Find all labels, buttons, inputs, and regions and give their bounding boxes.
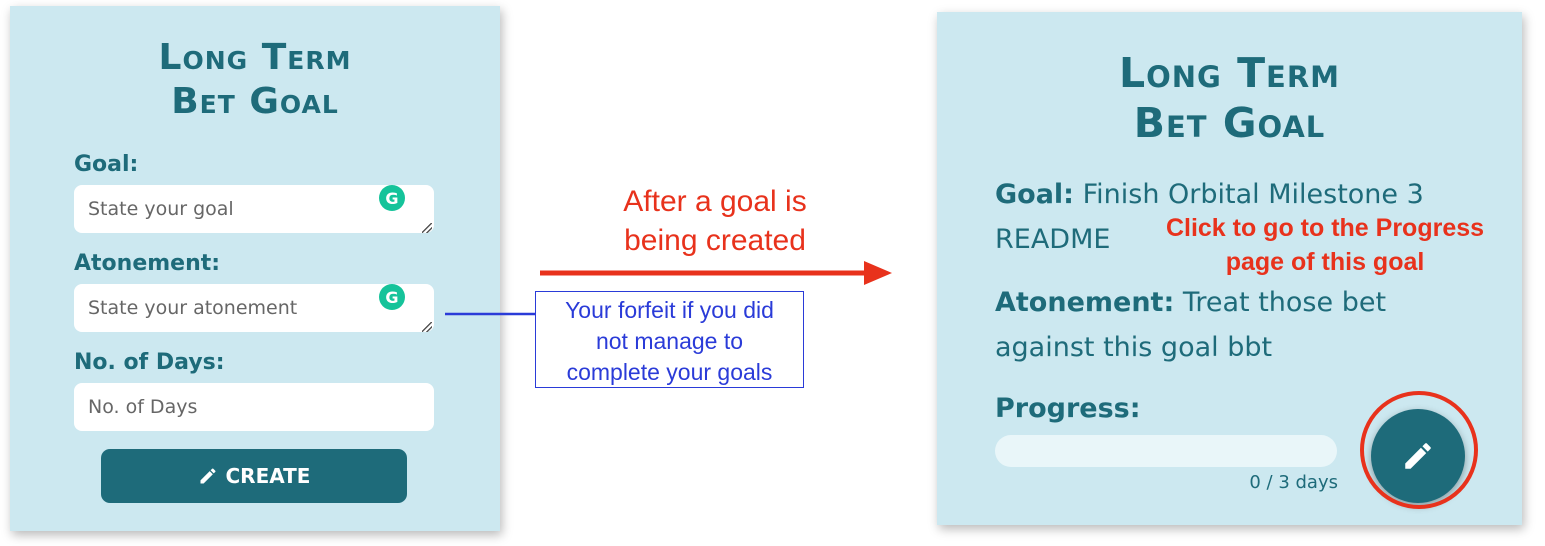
click-note-line1: Click to go to the Progress [1165, 214, 1485, 242]
forfeit-note: Your forfeit if you did not manage to co… [535, 291, 804, 388]
goal-card-title-line1: Long Term [1118, 49, 1341, 97]
goal-card-title: Long Term Bet Goal [937, 48, 1522, 148]
progress-bar [995, 435, 1337, 467]
edit-button-highlight-ring [1360, 391, 1478, 509]
forfeit-note-line1: Your forfeit if you did [565, 297, 774, 323]
click-progress-note: Click to go to the Progress page of this… [1140, 212, 1510, 280]
click-note-line2: page of this goal [1225, 247, 1425, 276]
goal-card-title-line2: Bet Goal [1133, 99, 1326, 148]
transition-arrow [540, 261, 892, 285]
atonement-detail-label: Atonement: [995, 287, 1175, 318]
atonement-detail: Atonement: Treat those bet against this … [995, 280, 1415, 371]
goal-detail-label: Goal: [995, 179, 1074, 210]
forfeit-note-line2: not manage to [595, 328, 744, 355]
forfeit-note-line3: complete your goals [566, 359, 773, 386]
progress-days-text: 0 / 3 days [1249, 472, 1338, 493]
